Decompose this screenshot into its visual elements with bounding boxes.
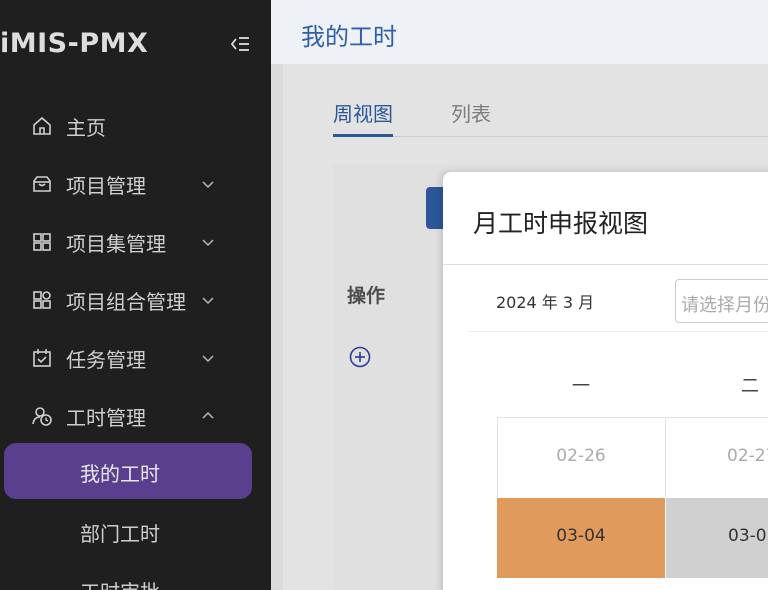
collapse-sidebar-button[interactable] <box>226 32 254 56</box>
sidebar-subitem-dept-timesheet[interactable]: 部门工时 <box>0 503 271 559</box>
chevron-down-icon <box>202 181 214 189</box>
calendar-day-cell[interactable]: 02-27 <box>665 418 768 498</box>
month-picker-placeholder: 请选择月份 <box>681 295 768 316</box>
sidebar-subitem-my-timesheet[interactable]: 我的工时 <box>4 443 252 499</box>
sidebar-item-label: 工时管理 <box>66 405 146 430</box>
sidebar-item-portfolio[interactable]: 项目组合管理 <box>0 276 271 324</box>
sidebar-item-program[interactable]: 项目集管理 <box>0 218 271 266</box>
month-picker-input[interactable]: 请选择月份 <box>675 279 768 323</box>
modal-divider <box>443 264 768 265</box>
grid-icon <box>33 233 51 251</box>
box-icon <box>33 176 51 192</box>
calendar-day-cell[interactable]: 03-05 <box>666 498 768 578</box>
monthly-timesheet-modal: 月工时申报视图 2024 年 3 月 请选择月份 一 二 02-26 02-27… <box>443 172 768 590</box>
sidebar-subitem-label: 部门工时 <box>80 522 160 546</box>
calendar-day-cell[interactable]: 03-04 <box>497 498 665 578</box>
page-header: 我的工时 <box>271 0 768 64</box>
sidebar-item-label: 任务管理 <box>66 347 146 372</box>
calendar-day-cell[interactable]: 02-26 <box>497 418 665 498</box>
current-month-label: 2024 年 3 月 <box>496 293 595 312</box>
apps-icon <box>33 291 51 309</box>
user-clock-icon <box>32 407 52 426</box>
weekday-header: 二 <box>741 376 759 397</box>
chevron-down-icon <box>202 297 214 305</box>
app-logo: iMIS-PMX <box>0 28 149 59</box>
sidebar-item-projects[interactable]: 项目管理 <box>0 160 271 208</box>
calendar-date: 02-26 <box>556 446 606 466</box>
sidebar-item-label: 主页 <box>66 115 106 140</box>
menu-fold-icon <box>230 37 249 51</box>
toolbar-divider <box>469 331 768 332</box>
calendar-date: 03-04 <box>556 526 606 546</box>
sidebar-item-tasks[interactable]: 任务管理 <box>0 334 271 382</box>
sidebar-item-label: 项目管理 <box>66 173 146 198</box>
weekday-header: 一 <box>572 376 590 397</box>
sidebar-item-label: 项目组合管理 <box>66 289 186 314</box>
sidebar-subitem-label: 工时审批 <box>80 576 160 590</box>
sidebar: iMIS-PMX 主页 项目管理 项目集管理 项目组合管理 任务管理 工时管理 … <box>0 0 271 590</box>
sidebar-item-home[interactable]: 主页 <box>0 102 271 150</box>
chevron-up-icon <box>202 411 214 419</box>
calendar-check-icon <box>33 349 51 367</box>
page-title: 我的工时 <box>301 23 397 51</box>
modal-title: 月工时申报视图 <box>473 209 649 238</box>
sidebar-subitem-label: 我的工时 <box>80 462 160 486</box>
calendar-date: 03-05 <box>728 526 768 546</box>
sidebar-subitem-timesheet-approval[interactable]: 工时审批 <box>0 561 271 590</box>
calendar-date: 02-27 <box>727 446 768 466</box>
chevron-down-icon <box>202 355 214 363</box>
home-icon <box>33 116 51 135</box>
chevron-down-icon <box>202 239 214 247</box>
sidebar-item-timesheet[interactable]: 工时管理 <box>0 392 271 440</box>
sidebar-item-label: 项目集管理 <box>66 231 166 256</box>
